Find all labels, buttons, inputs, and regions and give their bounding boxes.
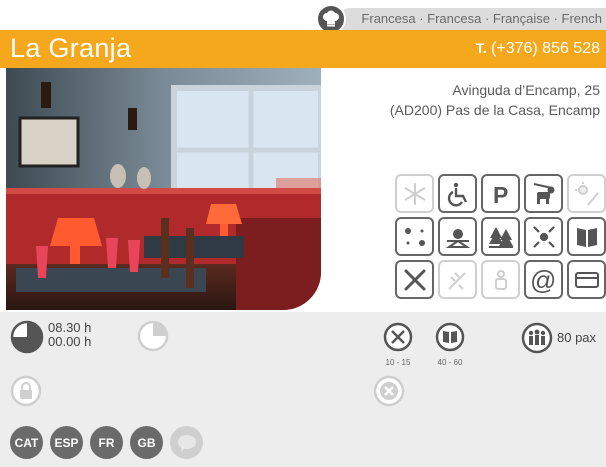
clock-icon-secondary [137,320,169,357]
carta-price-label: 40 - 60 [437,358,463,367]
restaurant-name: La Granja [10,33,132,63]
clock-icon [10,320,44,359]
svg-text:P: P [493,182,508,207]
address-street: Avinguda d’Encamp, 25 [452,82,600,98]
people-icon [521,322,553,359]
hours-open: 08.30 h [48,320,92,335]
capacity-label: 80 pax [557,330,597,345]
closed-day-icon [373,375,405,412]
speech-bubble-icon [170,426,203,459]
language-cat: CAT [10,426,43,459]
menu-book-icon [567,217,606,256]
forest-view-icon [481,217,520,256]
kids-area-icon [524,217,563,256]
vegetarian-icon [481,260,520,299]
menu-price-label: 10 - 15 [385,358,411,367]
summer-terrace-icon [567,174,606,213]
wheelchair-access-icon [438,174,477,213]
gluten-free-icon [438,260,477,299]
hours-close: 00.00 h [48,334,92,349]
terrace-icon [395,217,434,256]
language-gb: GB [130,426,163,459]
sunset-view-icon [438,217,477,256]
book-circle-icon [435,322,465,352]
phone-prefix: T. [475,40,487,56]
air-conditioning-icon [395,174,434,213]
parking-icon: P [481,174,520,213]
language-esp: ESP [50,426,83,459]
title-bar: La Granja T. (+376) 856 528 [0,30,606,68]
lock-icon [10,375,42,412]
carta-price: 40 - 60 [430,322,470,367]
phone-number[interactable]: T. (+376) 856 528 [476,40,600,58]
cutlery-circle-icon [383,322,413,352]
opening-hours: 08.30 h 00.00 h [48,321,91,349]
email-icon: @ [524,260,563,299]
restaurant-photo [6,68,321,310]
language-list: CAT ESP FR GB [10,426,203,459]
pets-allowed-icon [524,174,563,213]
svg-text:@: @ [530,266,556,294]
credit-card-icon [567,260,606,299]
address-city: (AD200) Pas de la Casa, Encamp [389,102,600,118]
info-panel: 08.30 h 00.00 h 10 - 15 40 - 60 80 pax C… [0,312,606,467]
address: Avinguda d’Encamp, 25 (AD200) Pas de la … [390,80,600,120]
cuisine-label: Francesa · Francesa · Française · French [361,11,602,26]
phone-value: (+376) 856 528 [486,40,600,57]
restaurant-cutlery-icon [395,260,434,299]
amenities-grid: P @ [395,174,606,299]
language-fr: FR [90,426,123,459]
cuisine-strip: Francesa · Francesa · Française · French [0,0,606,34]
menu-price: 10 - 15 [378,322,418,367]
cuisine-tag: Francesa · Francesa · Française · French [340,8,606,30]
